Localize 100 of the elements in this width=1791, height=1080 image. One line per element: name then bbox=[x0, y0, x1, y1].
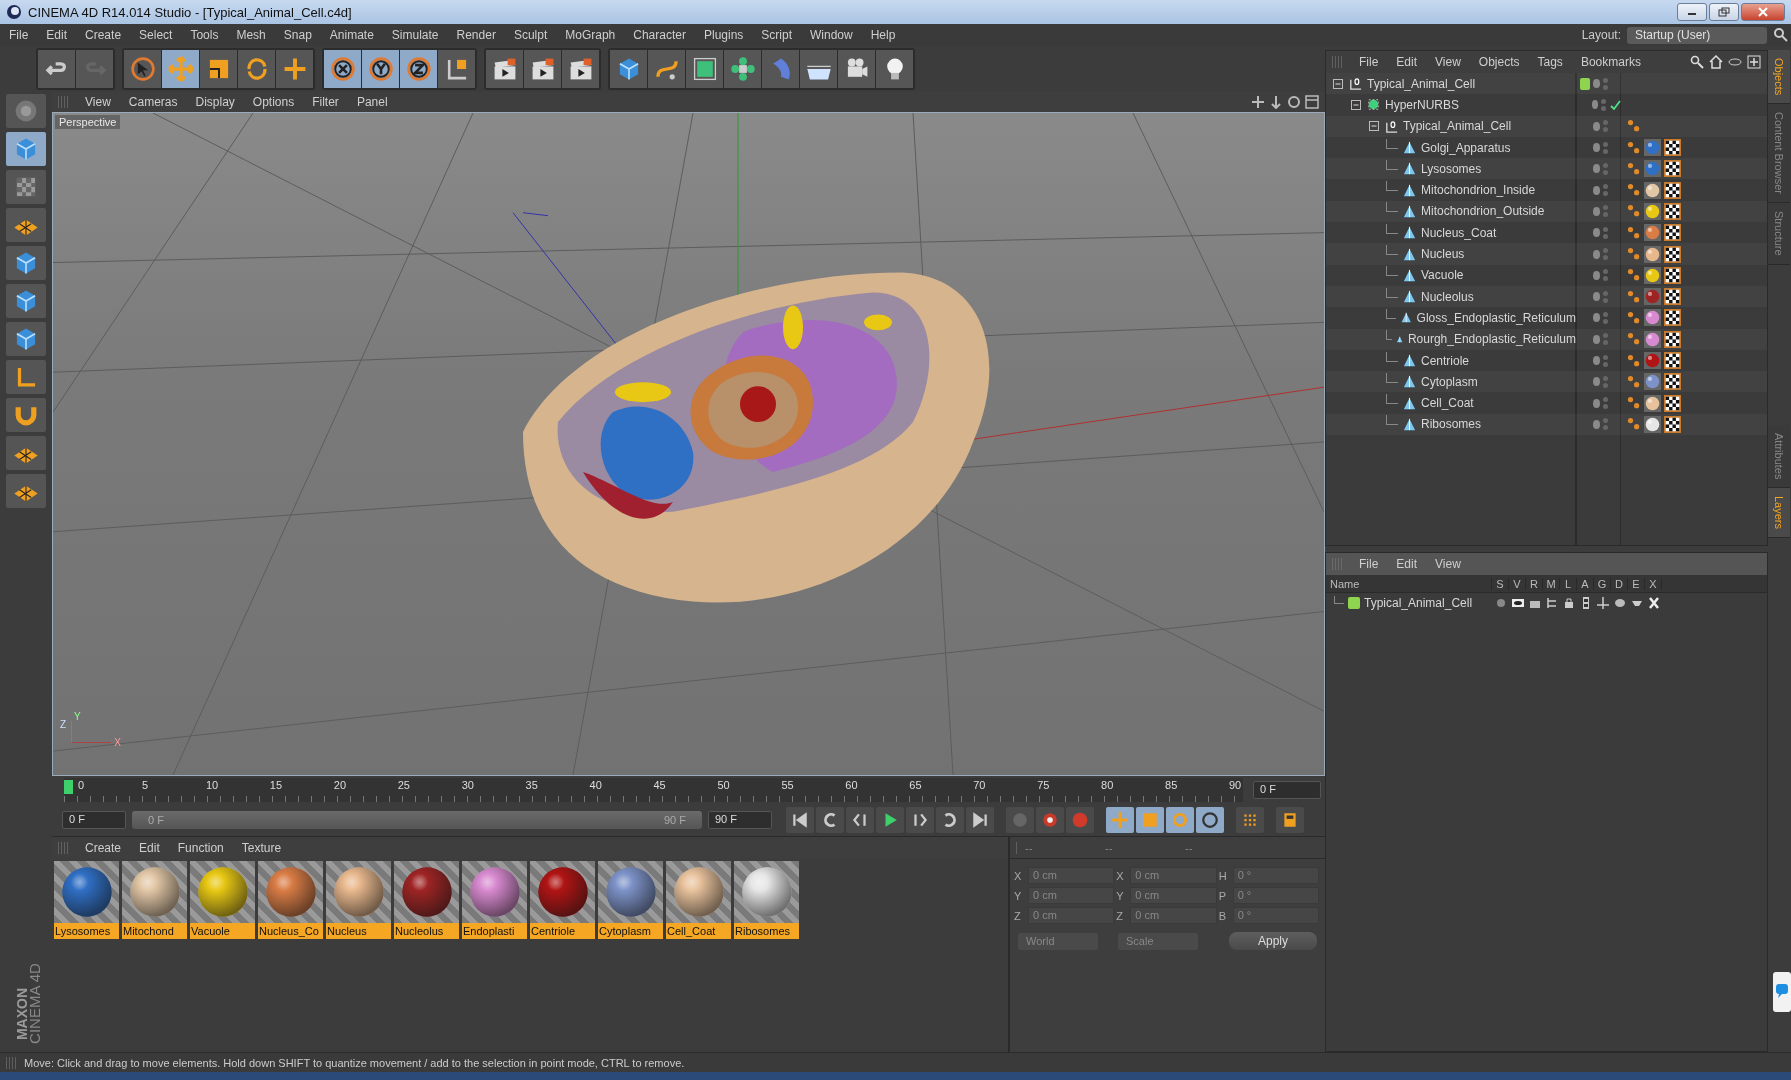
current-frame-field[interactable]: 0 F bbox=[62, 811, 126, 829]
menu-item[interactable]: View bbox=[1426, 55, 1470, 69]
column-header[interactable]: S bbox=[1492, 577, 1509, 590]
menu-item[interactable]: Options bbox=[243, 95, 304, 109]
menu-item[interactable]: Mesh bbox=[227, 28, 275, 42]
menu-item[interactable]: Window bbox=[801, 28, 862, 42]
menu-item[interactable]: Edit bbox=[130, 841, 169, 855]
material-thumbnail[interactable]: Endoplasti bbox=[462, 861, 527, 939]
object-name[interactable]: Mitochondrion_Outside bbox=[1421, 204, 1545, 219]
frame-tick-label: 55 bbox=[781, 779, 794, 791]
column-header[interactable]: M bbox=[1543, 577, 1560, 590]
frame-tick-label: 40 bbox=[589, 779, 602, 791]
timeline-ruler[interactable]: 0 5 10 15 20 25 30 35 40 45 50 55 60 65 70 75 80 85 90 bbox=[64, 778, 1243, 802]
side-tab[interactable]: Layers bbox=[1768, 488, 1790, 539]
column-header[interactable]: D bbox=[1611, 577, 1628, 590]
menu-item[interactable]: Edit bbox=[1387, 557, 1427, 571]
menu-item[interactable]: Sculpt bbox=[504, 28, 557, 42]
object-name[interactable]: Cytoplasm bbox=[1421, 374, 1478, 389]
column-header[interactable]: G bbox=[1594, 577, 1611, 590]
column-header[interactable]: V bbox=[1509, 577, 1526, 590]
object-name[interactable]: Typical_Animal_Cell bbox=[1403, 119, 1512, 134]
menu-item[interactable]: Tools bbox=[181, 28, 228, 42]
menu-item[interactable]: Edit bbox=[1387, 55, 1427, 69]
menu-item[interactable]: Panel bbox=[347, 95, 397, 109]
layout-dropdown[interactable]: Startup (User) bbox=[1627, 26, 1767, 44]
material-thumbnail[interactable]: Mitochond bbox=[122, 861, 187, 939]
menu-item[interactable]: View bbox=[1426, 557, 1470, 571]
object-name[interactable]: Lysosomes bbox=[1421, 161, 1482, 176]
material-name: Endoplasti bbox=[462, 923, 527, 939]
menu-item[interactable]: Create bbox=[76, 841, 131, 855]
frame-tick-label: 35 bbox=[525, 779, 538, 791]
menu-item[interactable]: Texture bbox=[232, 841, 291, 855]
column-header[interactable]: X bbox=[1645, 577, 1662, 590]
material-thumbnail[interactable]: Ribosomes bbox=[734, 861, 799, 939]
brand-logo: MAXON bbox=[14, 987, 31, 1041]
material-thumbnail[interactable]: Nucleus bbox=[326, 861, 391, 939]
object-name[interactable]: Nucleolus bbox=[1421, 289, 1474, 304]
end-frame-field[interactable]: 90 F bbox=[708, 811, 772, 829]
object-name[interactable]: HyperNURBS bbox=[1385, 97, 1459, 112]
object-name[interactable]: Ribosomes bbox=[1421, 417, 1482, 432]
menu-item[interactable]: File bbox=[1350, 557, 1388, 571]
menu-item[interactable]: Simulate bbox=[382, 28, 448, 42]
column-header[interactable]: A bbox=[1577, 577, 1594, 590]
menu-item[interactable]: File bbox=[0, 28, 38, 42]
frame-field[interactable]: 0 F bbox=[1253, 781, 1321, 799]
axis-label: Z bbox=[1014, 909, 1022, 922]
column-header[interactable]: L bbox=[1560, 577, 1577, 590]
axis-label: X bbox=[1014, 869, 1023, 882]
material-thumbnail[interactable]: Lysosomes bbox=[54, 861, 119, 939]
menu-item[interactable]: Display bbox=[186, 95, 244, 109]
object-name[interactable]: Typical_Animal_Cell bbox=[1367, 76, 1476, 91]
menu-item[interactable]: Edit bbox=[37, 28, 77, 42]
menu-item[interactable]: Cameras bbox=[119, 95, 187, 109]
object-name[interactable]: Golgi_Apparatus bbox=[1421, 140, 1511, 155]
apply-button[interactable]: Apply bbox=[1229, 932, 1317, 950]
frame-tick-label: 60 bbox=[845, 779, 858, 791]
material-thumbnail[interactable]: Cytoplasm bbox=[598, 861, 663, 939]
axis-label: Z bbox=[1116, 909, 1125, 922]
menu-item[interactable]: Animate bbox=[320, 28, 383, 42]
menu-item[interactable]: Help bbox=[861, 28, 905, 42]
layer-name[interactable]: Typical_Animal_Cell bbox=[1364, 596, 1490, 610]
material-thumbnail[interactable]: Nucleolus bbox=[394, 861, 459, 939]
viewport[interactable]: Perspective Y Z X bbox=[52, 112, 1325, 776]
menu-item[interactable]: MoGraph bbox=[556, 28, 625, 42]
material-thumbnail[interactable]: Centriole bbox=[530, 861, 595, 939]
menu-item[interactable]: Function bbox=[168, 841, 233, 855]
material-name: Nucleolus bbox=[394, 923, 459, 939]
menu-item[interactable]: Plugins bbox=[694, 28, 753, 42]
menu-item[interactable]: Select bbox=[130, 28, 182, 42]
menu-item[interactable]: Create bbox=[76, 28, 131, 42]
menu-item[interactable]: Render bbox=[447, 28, 505, 42]
object-name[interactable]: Mitochondrion_Inside bbox=[1421, 183, 1536, 198]
object-name[interactable]: Vacuole bbox=[1421, 268, 1464, 283]
frame-tick-label: 50 bbox=[717, 779, 730, 791]
column-header[interactable]: Name bbox=[1326, 577, 1492, 590]
menu-item[interactable]: Filter bbox=[303, 95, 348, 109]
object-name[interactable]: Nucleus bbox=[1421, 247, 1465, 261]
column-header[interactable]: R bbox=[1526, 577, 1543, 590]
frame-tick-label: 80 bbox=[1101, 779, 1114, 791]
object-name[interactable]: Cell_Coat bbox=[1421, 396, 1474, 411]
object-name[interactable]: Centriole bbox=[1421, 353, 1470, 368]
menu-item[interactable]: Snap bbox=[274, 28, 321, 42]
material-name: Cytoplasm bbox=[598, 923, 663, 939]
side-tab[interactable]: Objects bbox=[1768, 50, 1790, 105]
object-name[interactable]: Nucleus_Coat bbox=[1421, 225, 1497, 240]
material-thumbnail[interactable]: Nucleus_Co bbox=[258, 861, 323, 939]
axis-label: H bbox=[1218, 869, 1228, 882]
object-name[interactable]: Gloss_Endoplastic_Reticulum bbox=[1416, 310, 1576, 325]
menu-item[interactable]: Tags bbox=[1528, 55, 1572, 69]
menu-item[interactable]: Objects bbox=[1469, 55, 1529, 69]
menu-item[interactable]: Character bbox=[624, 28, 695, 42]
material-thumbnail[interactable]: Cell_Coat bbox=[666, 861, 731, 939]
column-header[interactable]: E bbox=[1628, 577, 1645, 590]
menu-item[interactable]: View bbox=[76, 95, 120, 109]
layout-label: Layout: bbox=[1581, 28, 1621, 42]
menu-item[interactable]: Bookmarks bbox=[1571, 55, 1650, 69]
status-message: Move: Click and drag to move elements. Hold down SHIFT to quantize movement / add to the selection in point mode, CTRL to remove. bbox=[24, 1056, 685, 1069]
menu-item[interactable]: Script bbox=[752, 28, 801, 42]
menu-item[interactable]: File bbox=[1350, 55, 1388, 69]
material-thumbnail[interactable]: Vacuole bbox=[190, 861, 255, 939]
